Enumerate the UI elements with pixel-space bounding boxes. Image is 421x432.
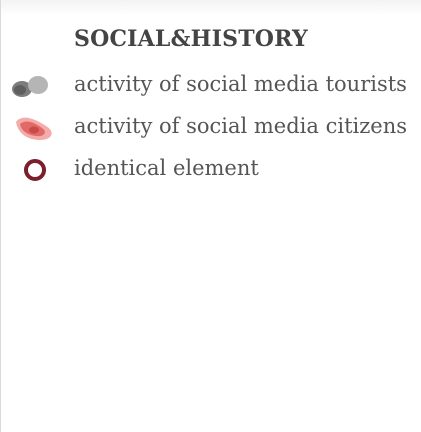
legend-label-tourists: activity of social media tourists (74, 72, 407, 96)
legend-title: SOCIAL&HISTORY (74, 26, 308, 52)
top-fade (0, 0, 421, 16)
red-blob-icon (8, 110, 64, 146)
gray-blob-pair-icon (8, 68, 64, 104)
legend-item-citizens: activity of social media citizens (0, 110, 421, 146)
legend-label-citizens: activity of social media citizens (74, 114, 408, 138)
legend-panel: SOCIAL&HISTORY activity of social media … (0, 0, 421, 432)
legend-label-identical: identical element (74, 156, 259, 180)
ring-icon (8, 152, 64, 188)
legend-item-tourists: activity of social media tourists (0, 68, 421, 104)
legend-item-identical: identical element (0, 152, 421, 188)
left-border (0, 0, 1, 432)
